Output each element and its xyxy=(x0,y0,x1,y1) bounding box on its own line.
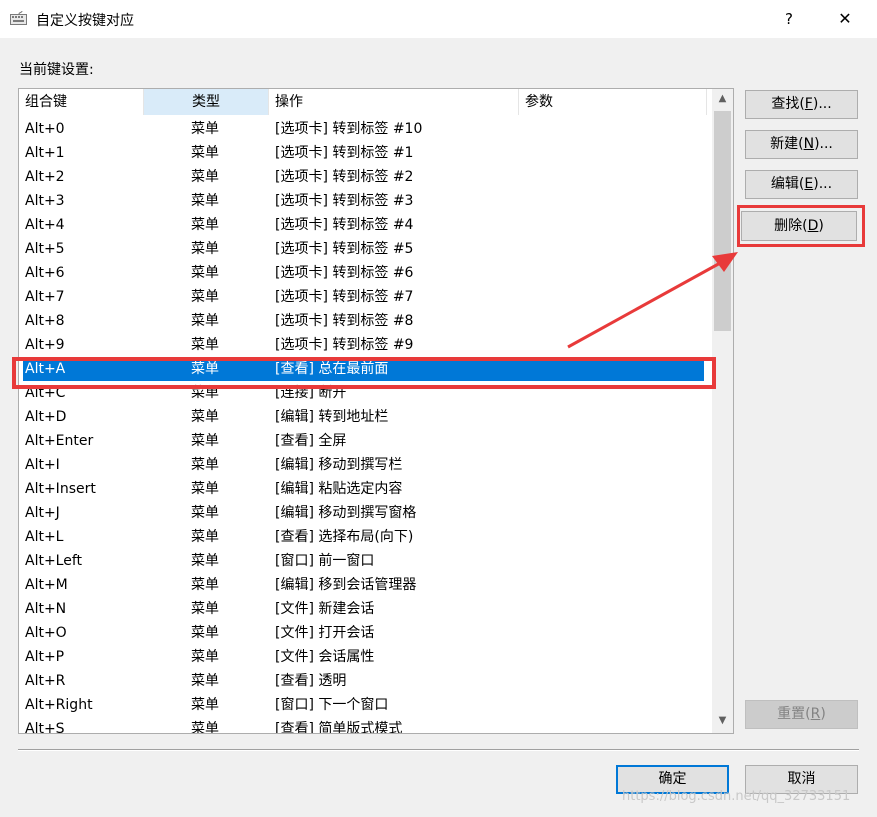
separator xyxy=(18,749,859,751)
annotation-arrow-icon xyxy=(567,252,738,349)
watermark: https://blog.csdn.net/qq_32733151 xyxy=(622,789,851,804)
